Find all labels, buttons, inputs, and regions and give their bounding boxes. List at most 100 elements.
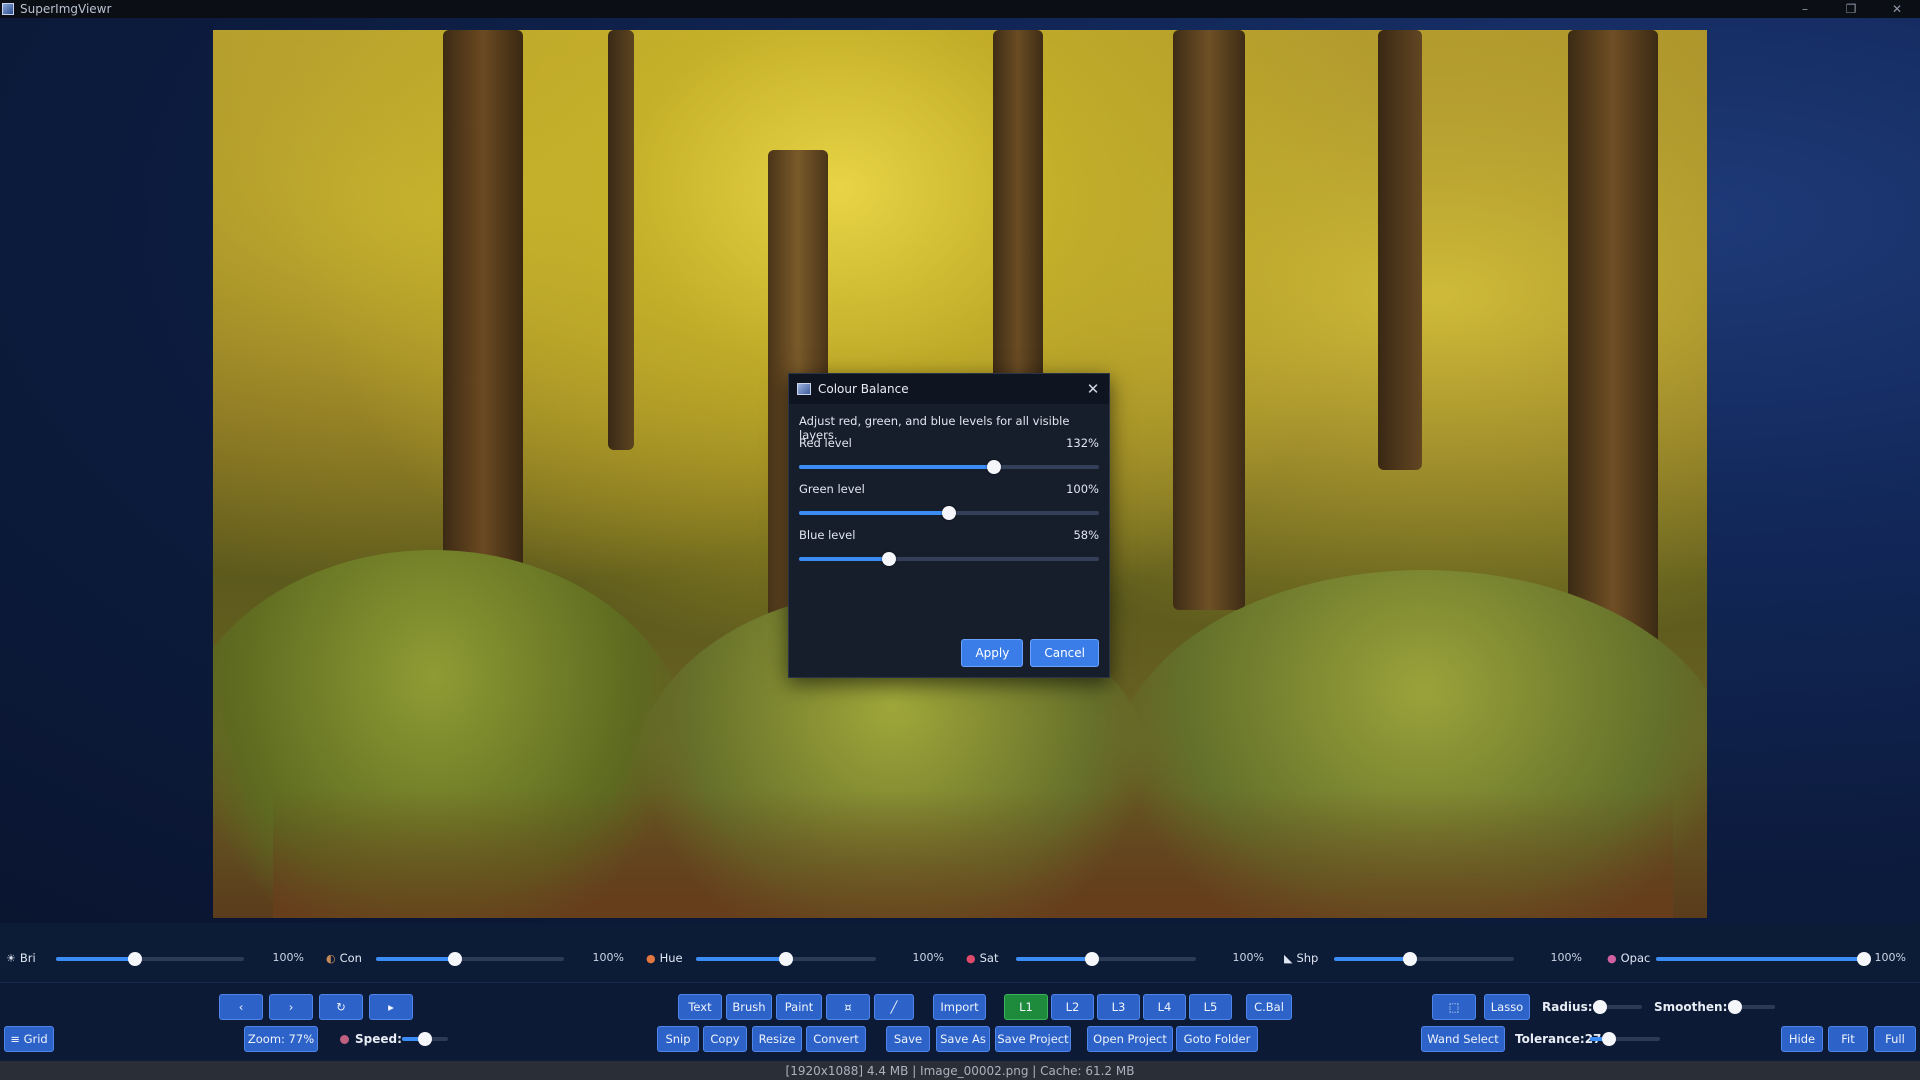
layer-2-button[interactable]: L2 [1051, 994, 1094, 1020]
layer-5-button[interactable]: L5 [1189, 994, 1232, 1020]
save-button[interactable]: Save [886, 1026, 930, 1052]
slider-fill [799, 557, 889, 561]
speed-slider[interactable] [402, 1026, 448, 1052]
slider-knob[interactable] [882, 552, 896, 566]
open-project-button[interactable]: Open Project [1087, 1026, 1173, 1052]
tree-trunk [608, 30, 634, 450]
goto-folder-button[interactable]: Goto Folder [1176, 1026, 1258, 1052]
green-level-slider[interactable] [799, 498, 1099, 528]
status-text: [1920x1088] 4.4 MB | Image_00002.png | C… [785, 1063, 1135, 1078]
slider-knob[interactable] [1601, 1032, 1616, 1046]
tolerance-slider[interactable] [1590, 1026, 1660, 1052]
dialog-description: Adjust red, green, and blue levels for a… [799, 414, 1070, 442]
slider-knob[interactable] [779, 952, 793, 966]
resize-button[interactable]: Resize [752, 1026, 802, 1052]
blue-level-row: Blue level 58% [799, 528, 1099, 544]
green-level-label: Green level [799, 482, 865, 496]
status-bar: [1920x1088] 4.4 MB | Image_00002.png | C… [0, 1061, 1920, 1080]
red-level-label: Red level [799, 436, 852, 450]
grid-button[interactable]: ≡ Grid [4, 1026, 54, 1052]
blue-level-label: Blue level [799, 528, 856, 542]
paint-tool-button[interactable]: Paint [776, 994, 822, 1020]
close-window-button[interactable]: ✕ [1874, 0, 1920, 18]
smoothen-label: Smoothen:0 [1654, 1000, 1736, 1014]
brush-tool-button[interactable]: Brush [726, 994, 772, 1020]
slider-knob[interactable] [447, 952, 462, 966]
hue-label: Hue [659, 951, 683, 965]
rect-select-icon[interactable]: ⬚ [1432, 994, 1476, 1020]
red-level-row: Red level 132% [799, 436, 1099, 452]
slider-knob[interactable] [1084, 952, 1099, 966]
apply-button[interactable]: Apply [961, 639, 1024, 667]
hue-icon: ● [646, 951, 656, 965]
sharpness-slider[interactable] [1334, 946, 1514, 972]
sun-icon: ☀ [6, 951, 16, 965]
slideshow-play-button[interactable]: ▸ [369, 994, 413, 1020]
contrast-icon: ◐ [326, 951, 336, 965]
lasso-button[interactable]: Lasso [1484, 994, 1530, 1020]
smoothen-slider[interactable] [1728, 994, 1775, 1020]
tolerance-label: Tolerance:27 [1515, 1032, 1602, 1046]
slider-knob[interactable] [987, 460, 1001, 474]
cancel-button[interactable]: Cancel [1030, 639, 1099, 667]
radius-slider[interactable] [1593, 994, 1642, 1020]
adjust-sharpness: ◣ Shp 100% [1284, 942, 1584, 976]
slider-knob[interactable] [942, 506, 956, 520]
sharpness-label: Shp [1296, 951, 1319, 965]
blue-level-value: 58% [1073, 528, 1099, 542]
copy-button[interactable]: Copy [703, 1026, 747, 1052]
adjustments-bar: ☀ Bri 100% ◐ Con 100% ● Hue 100% ● Sat 100% … [0, 942, 1920, 976]
restore-button[interactable]: ❐ [1828, 0, 1874, 18]
fullscreen-button[interactable]: Full [1874, 1026, 1916, 1052]
prev-image-button[interactable]: ‹ [219, 994, 263, 1020]
wand-select-button[interactable]: Wand Select [1421, 1026, 1505, 1052]
title-bar: SuperImgViewr – ❐ ✕ [0, 0, 1920, 18]
fit-button[interactable]: Fit [1828, 1026, 1868, 1052]
import-button[interactable]: Import [933, 994, 986, 1020]
zoom-button[interactable]: Zoom: 77% [244, 1026, 318, 1052]
rotate-button[interactable]: ↻ [319, 994, 363, 1020]
tree-trunk [1568, 30, 1658, 690]
layer-4-button[interactable]: L4 [1143, 994, 1186, 1020]
red-level-slider[interactable] [799, 452, 1099, 482]
sharpness-value: 100% [1550, 951, 1582, 964]
slider-knob[interactable] [1593, 1000, 1607, 1014]
window-controls: – ❐ ✕ [1782, 0, 1920, 18]
layer-3-button[interactable]: L3 [1097, 994, 1140, 1020]
colour-balance-button[interactable]: C.Bal [1246, 994, 1292, 1020]
saturation-slider[interactable] [1016, 946, 1196, 972]
minimize-button[interactable]: – [1782, 0, 1828, 18]
snip-button[interactable]: Snip [657, 1026, 699, 1052]
green-level-value: 100% [1066, 482, 1099, 496]
slider-knob[interactable] [127, 952, 142, 966]
saturation-label: Sat [979, 951, 999, 965]
convert-button[interactable]: Convert [806, 1026, 866, 1052]
blue-level-slider[interactable] [799, 544, 1099, 574]
contrast-slider[interactable] [376, 946, 564, 972]
contrast-label: Con [339, 951, 362, 965]
slider-knob[interactable] [1728, 1000, 1742, 1014]
fern-foliage [273, 790, 1673, 918]
brightness-value: 100% [272, 951, 304, 964]
eraser-icon[interactable]: ¤ [826, 994, 870, 1020]
adjust-brightness: ☀ Bri 100% [6, 942, 306, 976]
slider-knob[interactable] [1402, 952, 1417, 966]
hue-slider[interactable] [696, 946, 876, 972]
slider-fill [799, 511, 949, 515]
hue-value: 100% [912, 951, 944, 964]
text-tool-button[interactable]: Text [678, 994, 722, 1020]
saturation-icon: ● [966, 951, 976, 965]
hide-button[interactable]: Hide [1781, 1026, 1823, 1052]
dialog-icon [797, 383, 811, 395]
slider-knob[interactable] [418, 1032, 432, 1046]
save-project-button[interactable]: Save Project [995, 1026, 1071, 1052]
brightness-slider[interactable] [56, 946, 244, 972]
layer-1-button[interactable]: L1 [1004, 994, 1048, 1020]
line-tool-icon[interactable]: ╱ [874, 994, 914, 1020]
speed-label: Speed: [355, 1032, 402, 1046]
opacity-slider[interactable] [1656, 946, 1871, 972]
next-image-button[interactable]: › [269, 994, 313, 1020]
close-icon[interactable]: ✕ [1083, 379, 1103, 399]
slider-fill [799, 465, 994, 469]
save-as-button[interactable]: Save As [936, 1026, 990, 1052]
